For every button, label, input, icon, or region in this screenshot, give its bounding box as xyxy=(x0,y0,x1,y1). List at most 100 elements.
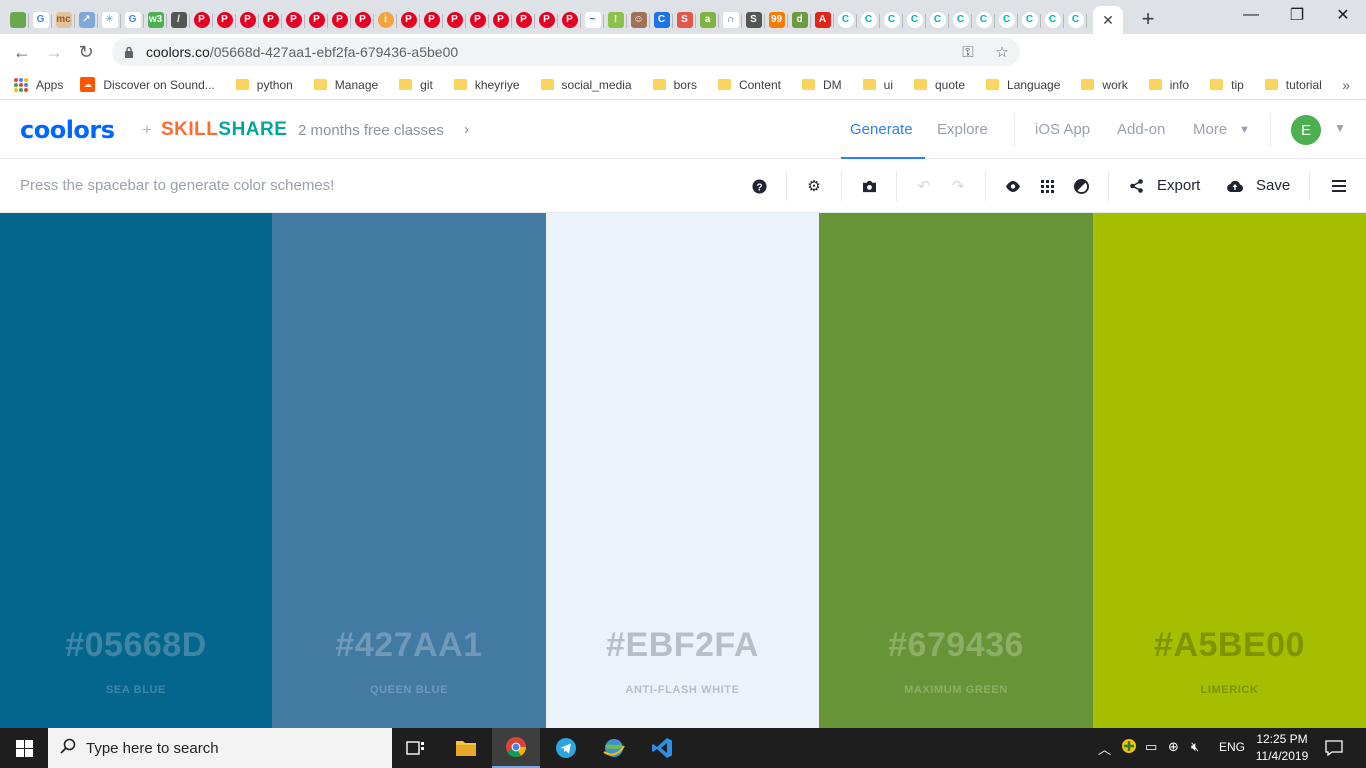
browser-tab[interactable]: P xyxy=(190,6,213,34)
bookmark-item[interactable]: social_media xyxy=(537,78,632,92)
color-swatch[interactable]: #A5BE00 LIMERICK xyxy=(1093,213,1366,728)
browser-tab[interactable]: C xyxy=(650,6,673,34)
browser-tab[interactable]: P xyxy=(259,6,282,34)
coolors-logo[interactable]: coolors xyxy=(20,116,115,144)
close-window-icon[interactable]: ✕ xyxy=(1320,0,1366,30)
telegram-icon[interactable] xyxy=(542,728,590,768)
chevron-down-icon[interactable]: ▼ xyxy=(1239,124,1250,136)
active-tab[interactable]: ✕ xyxy=(1093,6,1123,34)
clock[interactable]: 12:25 PM 11/4/2019 xyxy=(1252,731,1312,765)
tray-app-icon[interactable] xyxy=(1121,738,1137,757)
address-bar[interactable]: coolors.co/05668d-427aa1-ebf2fa-679436-a… xyxy=(112,38,1020,66)
bookmark-item[interactable]: Apps xyxy=(14,77,63,92)
bookmark-item[interactable]: tutorial xyxy=(1261,78,1322,92)
browser-tab[interactable]: ↗ xyxy=(75,6,98,34)
browser-tab[interactable]: w3 xyxy=(144,6,167,34)
browser-tab[interactable]: d xyxy=(788,6,811,34)
browser-tab[interactable]: ~ xyxy=(581,6,604,34)
browser-tab[interactable]: C xyxy=(949,6,972,34)
restore-icon[interactable]: ❐ xyxy=(1274,0,1320,30)
color-hex-code[interactable]: #05668D xyxy=(0,626,272,665)
bookmark-item[interactable]: python xyxy=(232,78,293,92)
forward-icon[interactable]: → xyxy=(38,36,70,68)
browser-tab[interactable]: C xyxy=(1064,6,1087,34)
browser-tab[interactable]: P xyxy=(282,6,305,34)
star-icon[interactable]: ☆ xyxy=(992,42,1012,62)
browser-tab[interactable] xyxy=(6,6,29,34)
browser-tab[interactable]: C xyxy=(995,6,1018,34)
redo-icon[interactable]: ↷ xyxy=(948,176,968,196)
reload-icon[interactable]: ↻ xyxy=(70,36,102,68)
browser-tab[interactable]: a xyxy=(696,6,719,34)
adjust-palette-icon[interactable] xyxy=(1071,176,1091,196)
browser-tab[interactable]: ∩ xyxy=(719,6,742,34)
browser-tab[interactable]: / xyxy=(167,6,190,34)
taskbar-search[interactable]: Type here to search xyxy=(48,728,392,768)
browser-tab[interactable]: ✳ xyxy=(98,6,121,34)
browser-tab[interactable]: P xyxy=(305,6,328,34)
nav-addon[interactable]: Add-on xyxy=(1117,121,1165,138)
task-view-icon[interactable] xyxy=(392,728,440,768)
color-hex-code[interactable]: #EBF2FA xyxy=(546,626,819,665)
browser-tab[interactable]: C xyxy=(880,6,903,34)
nav-more[interactable]: More xyxy=(1193,121,1227,138)
browser-tab[interactable]: 99 xyxy=(765,6,788,34)
account-chevron-icon[interactable]: ▼ xyxy=(1334,121,1346,135)
color-swatch[interactable]: #05668D SEA BLUE xyxy=(0,213,272,728)
eye-icon[interactable] xyxy=(1003,176,1023,196)
windows-start-icon[interactable] xyxy=(0,728,48,768)
browser-tab[interactable]: S xyxy=(742,6,765,34)
bookmarks-overflow-icon[interactable]: » xyxy=(1342,77,1350,93)
volume-muted-icon[interactable]: 🔇︎ xyxy=(1191,739,1199,755)
close-tab-icon[interactable]: ✕ xyxy=(1100,12,1116,28)
camera-icon[interactable] xyxy=(859,176,879,196)
browser-tab[interactable]: P xyxy=(512,6,535,34)
bookmark-item[interactable]: work xyxy=(1077,78,1128,92)
bookmark-item[interactable]: kheyriye xyxy=(450,78,520,92)
bookmark-item[interactable]: quote xyxy=(910,78,965,92)
notification-icon[interactable] xyxy=(1320,736,1348,760)
back-icon[interactable]: ← xyxy=(6,36,38,68)
bookmark-item[interactable]: Language xyxy=(982,78,1060,92)
browser-tab[interactable]: C xyxy=(972,6,995,34)
key-icon[interactable]: ⚿ xyxy=(958,42,978,62)
browser-tab[interactable]: C xyxy=(903,6,926,34)
bookmark-item[interactable]: ☁ Discover on Sound... xyxy=(80,77,215,92)
vscode-icon[interactable] xyxy=(638,728,686,768)
language-indicator[interactable]: ENG xyxy=(1219,740,1245,754)
browser-tab[interactable]: ! xyxy=(604,6,627,34)
browser-tab[interactable]: i xyxy=(374,6,397,34)
undo-icon[interactable]: ↶ xyxy=(914,176,934,196)
browser-tab[interactable]: P xyxy=(489,6,512,34)
settings-icon[interactable]: ⚙ xyxy=(804,176,824,196)
browser-tab[interactable]: C xyxy=(1018,6,1041,34)
battery-icon[interactable]: ▭ xyxy=(1145,739,1157,755)
browser-tab[interactable]: P xyxy=(328,6,351,34)
bookmark-item[interactable]: Content xyxy=(714,78,781,92)
browser-tab[interactable]: P xyxy=(420,6,443,34)
browser-tab[interactable]: P xyxy=(443,6,466,34)
bookmark-item[interactable]: git xyxy=(395,78,433,92)
bookmark-item[interactable]: info xyxy=(1145,78,1189,92)
browser-tab[interactable]: P xyxy=(558,6,581,34)
browser-tab[interactable]: P xyxy=(213,6,236,34)
bookmark-item[interactable]: tip xyxy=(1206,78,1244,92)
network-icon[interactable]: ⊕ xyxy=(1168,739,1179,755)
globe-app-icon[interactable] xyxy=(590,728,638,768)
bookmark-item[interactable]: DM xyxy=(798,78,842,92)
browser-tab[interactable]: S xyxy=(673,6,696,34)
color-hex-code[interactable]: #A5BE00 xyxy=(1093,626,1366,665)
new-tab-button[interactable]: + xyxy=(1131,5,1165,33)
browser-tab[interactable]: C xyxy=(926,6,949,34)
browser-tab[interactable]: P xyxy=(351,6,374,34)
cloud-upload-icon[interactable] xyxy=(1225,176,1245,196)
color-swatch[interactable]: #679436 MAXIMUM GREEN xyxy=(819,213,1093,728)
bookmark-item[interactable]: Manage xyxy=(310,78,378,92)
browser-tab[interactable]: A xyxy=(811,6,834,34)
bookmark-item[interactable]: bors xyxy=(649,78,697,92)
browser-tab[interactable]: G xyxy=(29,6,52,34)
chrome-icon[interactable] xyxy=(492,728,540,768)
browser-tab[interactable]: C xyxy=(834,6,857,34)
save-button[interactable]: Save xyxy=(1256,177,1290,194)
grid-view-icon[interactable] xyxy=(1037,176,1057,196)
